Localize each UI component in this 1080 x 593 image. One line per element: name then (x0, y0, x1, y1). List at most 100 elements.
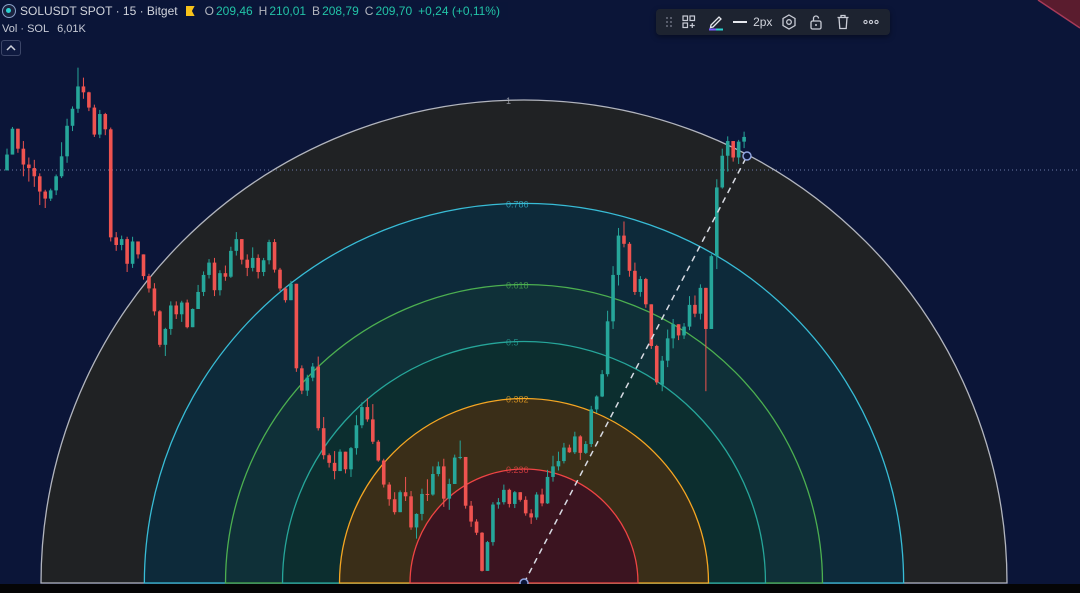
candle (409, 491, 413, 530)
candle (59, 142, 64, 179)
candle (81, 77, 86, 99)
candle (644, 277, 648, 308)
candle (491, 502, 495, 546)
candle (92, 104, 97, 137)
fib-level-label: 0.618 (506, 281, 529, 291)
fib-level-label: 0.382 (506, 394, 529, 404)
low-key: B (312, 4, 321, 18)
symbol-legend: SOLUSDT SPOT · 15 · Bitget O 209,46 H 210,… (0, 2, 508, 20)
more-button[interactable] (857, 9, 884, 35)
candle (136, 241, 140, 259)
volume-label: Vol · SOL (2, 23, 50, 35)
candle (5, 148, 9, 171)
settings-icon (782, 14, 797, 30)
candle (98, 109, 102, 139)
candle (48, 188, 53, 201)
symbol-title[interactable]: SOLUSDT SPOT · 15 · Bitget (20, 4, 178, 18)
candle (43, 189, 48, 208)
unlock-icon (810, 15, 823, 30)
candle (381, 458, 386, 488)
candle (185, 299, 189, 329)
pencil-icon (709, 16, 724, 31)
templates-icon (682, 15, 696, 29)
candle (398, 490, 402, 513)
candle (480, 532, 484, 572)
fib-anchor-end[interactable] (742, 151, 752, 161)
high-value: 210,01 (269, 4, 307, 18)
low-value: 208,79 (322, 4, 359, 18)
candle (709, 254, 714, 329)
flag-icon[interactable] (185, 6, 195, 16)
candle (70, 106, 75, 132)
candle (103, 112, 108, 136)
candle (65, 118, 69, 163)
candle (452, 454, 457, 484)
candle (76, 67, 80, 113)
fib-level-label: 0.236 (506, 465, 529, 475)
chevron-up-icon (6, 44, 16, 51)
candle (119, 235, 124, 251)
candle (278, 267, 282, 291)
candle (742, 131, 746, 149)
candle (474, 519, 479, 536)
close-value: 209,70 (375, 4, 413, 18)
high-key: H (258, 4, 268, 18)
exchange-logo-icon (2, 4, 16, 18)
open-key: O (204, 4, 214, 18)
candle (125, 236, 129, 272)
candle (316, 356, 321, 431)
candle (611, 266, 615, 329)
volume-legend[interactable]: Vol · SOL 6,01K (0, 22, 90, 36)
candle (654, 344, 659, 385)
collapse-legend-button[interactable] (1, 40, 21, 56)
candle (294, 283, 299, 372)
candle (54, 174, 58, 196)
candle (114, 232, 118, 251)
candle (37, 173, 42, 206)
candle (649, 304, 654, 349)
candle (130, 236, 135, 268)
settings-button[interactable] (776, 9, 803, 35)
templates-button[interactable] (676, 9, 703, 35)
change-value: +0,24 (+0,11%) (418, 4, 500, 18)
candle (87, 91, 91, 112)
open-value: 209,46 (215, 4, 253, 18)
fib-level-label: 1 (506, 96, 511, 106)
candle (190, 308, 195, 328)
candle (158, 310, 162, 348)
bottom-strip (0, 584, 1080, 593)
drawing-toolbar: 2px (656, 9, 890, 35)
delete-button[interactable] (830, 9, 857, 35)
candle (10, 126, 15, 155)
chart-window: 1 0.786 0.618 0.5 0.382 0.236 SOLUSDT SPOT · … (0, 0, 1080, 593)
candle (715, 179, 719, 270)
candle (589, 405, 594, 447)
candle (300, 365, 304, 395)
candle (338, 449, 342, 472)
line-width-button[interactable]: 2px (730, 9, 776, 35)
trash-icon (837, 14, 849, 30)
drag-handle-icon[interactable] (662, 9, 676, 35)
price-chart[interactable]: 1 0.786 0.618 0.5 0.382 0.236 (0, 0, 1080, 593)
fib-level-label: 0.786 (506, 199, 529, 209)
candle (229, 246, 233, 278)
lock-button[interactable] (803, 9, 830, 35)
more-icon (862, 19, 879, 25)
line-width-label: 2px (753, 15, 773, 29)
candle (108, 127, 113, 242)
candle (27, 157, 31, 182)
ohlc-values: O 209,46 H 210,01 B 208,79 C 209,70 +0,24 (+… (205, 4, 504, 18)
candle (376, 439, 381, 462)
candle (272, 239, 277, 273)
candle (21, 141, 26, 177)
corner-drawing-edge (1037, 0, 1080, 29)
candle (534, 492, 539, 520)
candle (463, 456, 468, 509)
candle (485, 540, 490, 571)
line-color-button[interactable] (703, 9, 730, 35)
candle (32, 159, 37, 187)
fib-level-label: 0.5 (506, 338, 519, 348)
candle (141, 254, 146, 280)
volume-value: 6,01K (57, 23, 86, 35)
close-key: C (364, 4, 374, 18)
